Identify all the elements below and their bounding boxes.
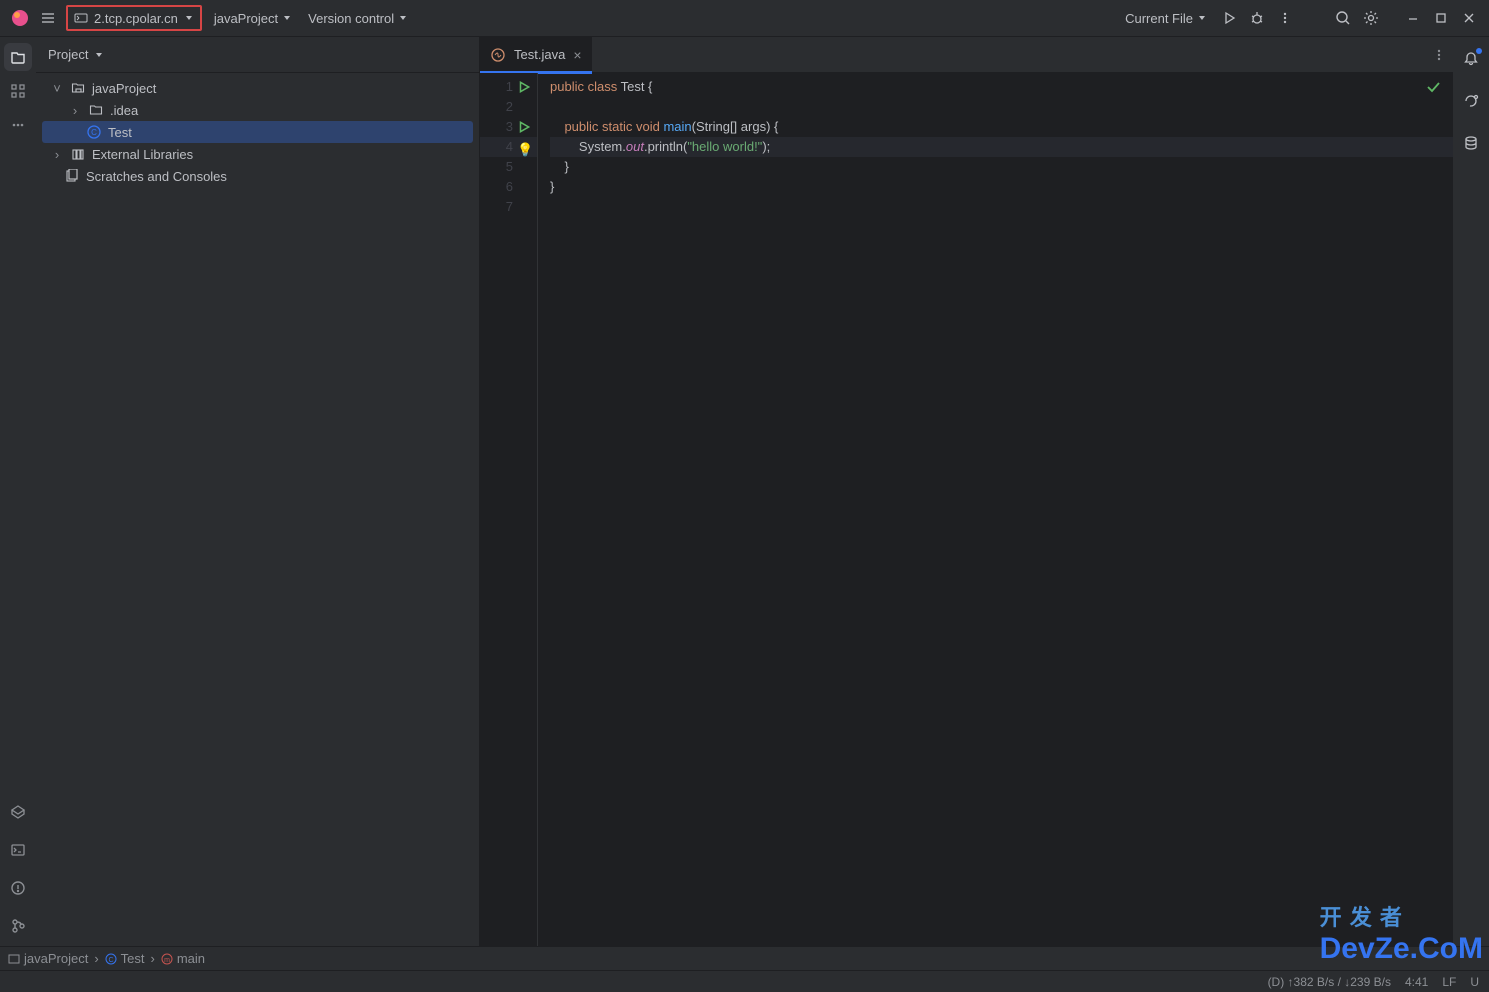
chevron-right-icon: › — [68, 103, 82, 118]
settings-icon[interactable] — [1357, 4, 1385, 32]
project-panel-title: Project — [48, 47, 88, 62]
run-gutter-icon[interactable] — [517, 120, 531, 134]
tree-item-label: .idea — [110, 103, 138, 118]
minimize-window-icon[interactable] — [1399, 4, 1427, 32]
git-tool-button[interactable] — [4, 912, 32, 940]
left-tool-rail — [0, 37, 36, 946]
run-gutter-icon[interactable] — [517, 80, 531, 94]
editor-area: Test.java × 1 2 3 4💡 5 6 7 — [480, 37, 1453, 946]
project-selector[interactable]: javaProject — [206, 4, 300, 32]
project-panel-header[interactable]: Project — [36, 37, 479, 73]
project-name: javaProject — [214, 11, 278, 26]
notification-dot-icon — [1476, 48, 1482, 54]
close-window-icon[interactable] — [1455, 4, 1483, 32]
close-tab-icon[interactable]: × — [573, 47, 581, 63]
cursor-position[interactable]: 4:41 — [1405, 975, 1428, 989]
tree-item-label: Test — [108, 125, 132, 140]
run-config-label: Current File — [1125, 11, 1193, 26]
breadcrumb-item[interactable]: javaProject — [8, 951, 88, 966]
more-actions-icon[interactable] — [1271, 4, 1299, 32]
svg-text:m: m — [164, 957, 170, 964]
debug-button[interactable] — [1243, 4, 1271, 32]
breadcrumb-separator-icon: › — [151, 951, 155, 966]
inspection-ok-icon[interactable] — [1425, 79, 1441, 95]
app-logo-icon[interactable] — [6, 4, 34, 32]
code-editor[interactable]: 1 2 3 4💡 5 6 7 public class Test { publi… — [480, 73, 1453, 946]
library-icon — [70, 146, 86, 162]
breadcrumb-item[interactable]: m main — [161, 951, 205, 966]
run-config-selector[interactable]: Current File — [1117, 4, 1215, 32]
structure-tool-button[interactable] — [4, 77, 32, 105]
project-tree-scratches[interactable]: Scratches and Consoles — [42, 165, 473, 187]
project-panel: Project ˅ javaProject › .idea C Test — [36, 37, 480, 946]
database-button[interactable] — [1457, 129, 1485, 157]
svg-text:C: C — [91, 128, 97, 137]
tree-item-label: External Libraries — [92, 147, 193, 162]
remote-host-selector[interactable]: 2.tcp.cpolar.cn — [66, 5, 202, 31]
tab-label: Test.java — [514, 47, 565, 62]
vcs-label: Version control — [308, 11, 394, 26]
search-icon[interactable] — [1329, 4, 1357, 32]
maximize-window-icon[interactable] — [1427, 4, 1455, 32]
breadcrumb-separator-icon: › — [94, 951, 98, 966]
project-tree-external-libs[interactable]: › External Libraries — [42, 143, 473, 165]
ai-assistant-button[interactable] — [1457, 87, 1485, 115]
encoding[interactable]: U — [1470, 975, 1479, 989]
chevron-right-icon: › — [50, 147, 64, 162]
project-tool-button[interactable] — [4, 43, 32, 71]
more-tools-button[interactable] — [4, 111, 32, 139]
build-tool-button[interactable] — [4, 798, 32, 826]
project-tree: ˅ javaProject › .idea C Test › External … — [36, 73, 479, 946]
line-separator[interactable]: LF — [1442, 975, 1456, 989]
editor-tabs: Test.java × — [480, 37, 1453, 73]
notifications-button[interactable] — [1457, 45, 1485, 73]
problems-tool-button[interactable] — [4, 874, 32, 902]
project-tree-file-test[interactable]: C Test — [42, 121, 473, 143]
status-bar: (D) ↑382 B/s / ↓239 B/s 4:41 LF U — [0, 970, 1489, 992]
tree-item-label: javaProject — [92, 81, 156, 96]
scratch-icon — [64, 168, 80, 184]
breadcrumb-bar: javaProject › C Test › m main — [0, 946, 1489, 970]
project-tree-root[interactable]: ˅ javaProject — [42, 77, 473, 99]
project-folder-icon — [70, 80, 86, 96]
tab-options-icon[interactable] — [1425, 41, 1453, 69]
terminal-tool-button[interactable] — [4, 836, 32, 864]
editor-gutter: 1 2 3 4💡 5 6 7 — [480, 73, 538, 946]
chevron-down-icon: ˅ — [50, 81, 64, 96]
tree-item-label: Scratches and Consoles — [86, 169, 227, 184]
project-tree-folder-idea[interactable]: › .idea — [42, 99, 473, 121]
svg-text:C: C — [108, 957, 113, 964]
titlebar: 2.tcp.cpolar.cn javaProject Version cont… — [0, 0, 1489, 36]
main-menu-icon[interactable] — [34, 4, 62, 32]
code-body: public class Test { public static void m… — [538, 73, 1453, 946]
run-button[interactable] — [1215, 4, 1243, 32]
network-status[interactable]: (D) ↑382 B/s / ↓239 B/s — [1268, 975, 1391, 989]
vcs-selector[interactable]: Version control — [300, 4, 416, 32]
folder-icon — [88, 102, 104, 118]
editor-tab-test[interactable]: Test.java × — [480, 37, 592, 73]
breadcrumb-item[interactable]: C Test — [105, 951, 145, 966]
intention-bulb-icon[interactable]: 💡 — [517, 140, 531, 154]
java-class-icon — [490, 47, 506, 63]
right-tool-rail — [1453, 37, 1489, 946]
remote-host-label: 2.tcp.cpolar.cn — [94, 11, 178, 26]
class-file-icon: C — [86, 124, 102, 140]
